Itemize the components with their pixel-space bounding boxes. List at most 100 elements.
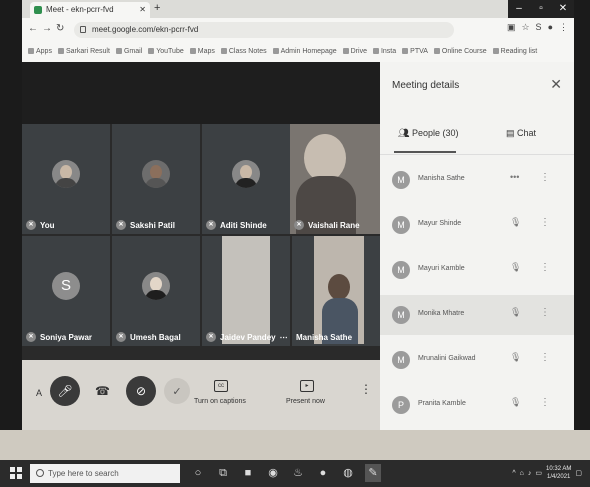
task-view-icon[interactable]: ⧉ (215, 464, 231, 482)
participant-tile[interactable]: ✕ Aditi Shinde (202, 124, 290, 234)
participant-tile[interactable]: ✕ Umesh Bagal (112, 236, 200, 346)
participant-name: Manisha Sathe (418, 175, 465, 182)
participant-avatar: M (392, 261, 410, 279)
participant-tile[interactable]: ✕ Vaishali Rane (290, 124, 380, 234)
participant-row[interactable]: M Mayur Shinde 🎙︎ ⋮ (380, 205, 574, 245)
windows-start-icon[interactable] (10, 467, 22, 479)
captions-button[interactable]: Turn on captions (194, 398, 246, 405)
more-options-icon[interactable]: ⋮ (540, 307, 550, 318)
bookmark-star-icon[interactable]: ☆ (521, 22, 529, 33)
bookmark-item[interactable]: Maps (190, 48, 215, 55)
app-icon[interactable]: ♨ (290, 464, 306, 482)
captions-icon: cc (214, 380, 228, 392)
back-icon[interactable]: ← (28, 23, 38, 34)
mute-mic-button[interactable]: 🎤︎ (50, 376, 80, 406)
bookmark-item[interactable]: PTVA (402, 48, 428, 55)
participant-tile[interactable]: Manisha Sathe (292, 236, 380, 346)
present-button[interactable]: Present now (286, 398, 325, 405)
meet-favicon-icon (34, 6, 42, 14)
volume-icon[interactable]: ♪ (528, 470, 532, 477)
panel-title: Meeting details (392, 80, 460, 91)
more-options-icon[interactable]: ⋮ (360, 382, 372, 396)
bookmark-item[interactable]: YouTube (148, 48, 184, 55)
browser-tab[interactable]: Meet - ekn-pcrr-fvd ✕ (30, 2, 150, 18)
close-window-icon[interactable]: ✕ (552, 0, 574, 18)
battery-icon[interactable]: ▭ (535, 469, 542, 477)
participant-tile[interactable]: ✕ Jaidev Pandey ⋯ (202, 236, 290, 346)
participant-row[interactable]: M Monika Mhatre 🎙︎ ⋮ (380, 295, 574, 335)
forward-icon[interactable]: → (42, 23, 52, 34)
bookmark-item[interactable]: Class Notes (221, 48, 267, 55)
more-options-icon[interactable]: ⋮ (540, 397, 550, 408)
app-icon[interactable]: ● (315, 464, 331, 482)
muted-mic-icon: ✕ (116, 332, 126, 342)
browser-menu-icon[interactable]: ⋮ (559, 22, 568, 33)
bookmark-item[interactable]: Admin Homepage (273, 48, 337, 55)
minimize-icon[interactable]: – (508, 0, 530, 18)
cortana-icon[interactable]: ○ (190, 464, 206, 482)
more-options-icon[interactable]: ⋮ (540, 217, 550, 228)
participant-avatar: M (392, 216, 410, 234)
end-call-button[interactable]: ☎ (95, 384, 110, 398)
app-icon[interactable]: ■ (240, 464, 256, 482)
participant-name: Sakshi Patil (130, 220, 175, 230)
participant-name: Manisha Sathe (296, 333, 353, 342)
video-feed (222, 236, 270, 344)
app-icon[interactable]: ◍ (340, 464, 356, 482)
taskbar-clock[interactable]: 10:32 AM 1/4/2021 (546, 465, 571, 481)
tab-title: Meet - ekn-pcrr-fvd (46, 5, 114, 14)
muted-mic-icon[interactable]: 🎙︎ (510, 307, 521, 318)
tray-chevron-icon[interactable]: ^ (512, 470, 515, 477)
participant-row[interactable]: M Mayuri Kamble 🎙︎ ⋮ (380, 250, 574, 290)
taskbar-search-input[interactable]: Type here to search (30, 464, 180, 483)
new-tab-icon[interactable]: + (154, 2, 160, 14)
bookmark-item[interactable]: Drive (343, 48, 367, 55)
bookmark-item[interactable]: Online Course (434, 48, 487, 55)
url-text: meet.google.com/ekn-pcrr-fvd (92, 25, 199, 34)
address-bar[interactable]: meet.google.com/ekn-pcrr-fvd (74, 22, 454, 38)
participant-name: Umesh Bagal (130, 332, 181, 342)
tab-chat[interactable]: ▤ Chat (506, 128, 536, 139)
monitor-bezel-left (0, 0, 22, 460)
camera-indicator-icon[interactable]: ▣ (507, 22, 516, 33)
more-options-icon[interactable]: ⋮ (540, 352, 550, 363)
muted-mic-icon: ✕ (294, 220, 304, 230)
participant-name: Monika Mhatre (418, 310, 465, 317)
reload-icon[interactable]: ↻ (56, 23, 64, 34)
profile-icon[interactable]: ● (548, 22, 553, 33)
participant-tile[interactable]: ✕ You (22, 124, 110, 234)
muted-mic-icon[interactable]: 🎙︎ (510, 352, 521, 363)
extension-icon[interactable]: S (536, 22, 542, 33)
chrome-icon[interactable]: ◉ (265, 464, 281, 482)
bookmark-item[interactable]: Insta (373, 48, 396, 55)
app-icon[interactable]: ✎ (365, 464, 381, 482)
participant-avatar: M (392, 306, 410, 324)
close-tab-icon[interactable]: ✕ (139, 2, 146, 18)
muted-mic-icon[interactable]: 🎙︎ (510, 262, 521, 273)
participant-name: Pranita Kamble (418, 400, 466, 407)
muted-mic-icon[interactable]: 🎙︎ (510, 217, 521, 228)
bookmark-item[interactable]: Apps (28, 48, 52, 55)
bookmark-item[interactable]: Gmail (116, 48, 142, 55)
window-controls: – ▫ ✕ (508, 0, 574, 18)
more-options-icon[interactable]: ⋯ (280, 333, 288, 342)
more-options-icon[interactable]: ⋮ (540, 262, 550, 273)
chat-icon: ▤ (506, 128, 518, 138)
close-panel-icon[interactable]: ✕ (550, 76, 562, 93)
participant-tile[interactable]: S ✕ Soniya Pawar (22, 236, 110, 346)
muted-mic-icon[interactable]: 🎙︎ (510, 397, 521, 408)
participant-name: Aditi Shinde (220, 220, 267, 230)
participant-row[interactable]: M Mrunalini Gaikwad 🎙︎ ⋮ (380, 340, 574, 380)
camera-off-button[interactable]: ⊘ (126, 376, 156, 406)
active-tab-indicator (394, 151, 456, 153)
tab-people[interactable]: 👥︎ People (30) (398, 128, 458, 139)
participant-row[interactable]: M Manisha Sathe ••• ⋮ (380, 160, 574, 200)
participant-row[interactable]: P Pranita Kamble 🎙︎ ⋮ (380, 385, 574, 425)
bookmark-item[interactable]: Sarkari Result (58, 48, 110, 55)
network-icon[interactable]: ⌂ (520, 470, 524, 477)
participant-tile[interactable]: ✕ Sakshi Patil (112, 124, 200, 234)
bookmark-item[interactable]: Reading list (493, 48, 538, 55)
more-options-icon[interactable]: ⋮ (540, 172, 550, 183)
notifications-icon[interactable]: ▢ (575, 469, 582, 477)
maximize-icon[interactable]: ▫ (530, 0, 552, 18)
